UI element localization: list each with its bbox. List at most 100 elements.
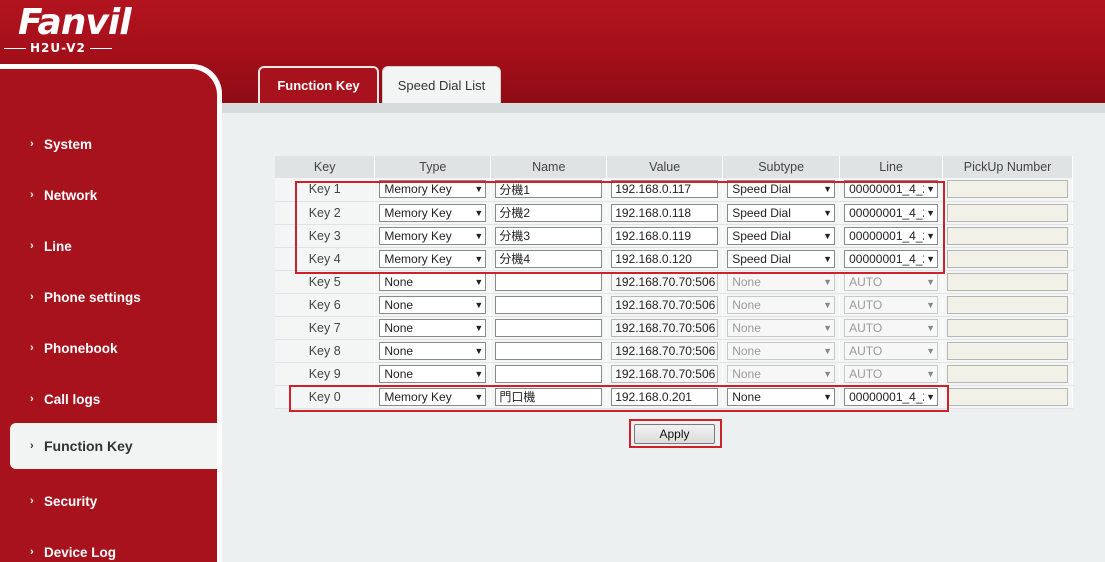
subtype-select[interactable]: None ▼: [727, 364, 836, 383]
line-select[interactable]: 00000001_4_2 ▼: [844, 180, 939, 199]
value-input[interactable]: 192.168.70.70:506: [611, 341, 719, 360]
name-input[interactable]: 門口機: [495, 387, 603, 406]
pickup-number-input[interactable]: [947, 226, 1068, 245]
sidebar: › System › Network › Line › Phone settin…: [0, 64, 222, 562]
type-cell: Memory Key ▼: [374, 178, 492, 202]
pickup-cell: [942, 385, 1073, 409]
sidebar-item-call-logs[interactable]: › Call logs: [0, 376, 217, 422]
subtype-select[interactable]: None ▼: [727, 272, 836, 291]
function-key-table: Key Type Name Value Subtype Line PickUp …: [275, 156, 1073, 409]
name-input[interactable]: 分機3: [495, 226, 603, 245]
value-input[interactable]: 192.168.0.120: [611, 249, 719, 268]
pickup-number-input[interactable]: [947, 341, 1068, 360]
subtype-select[interactable]: Speed Dial ▼: [727, 180, 836, 199]
name-input[interactable]: 分機2: [495, 203, 603, 222]
subtype-select[interactable]: Speed Dial ▼: [727, 203, 836, 222]
name-input[interactable]: 分機4: [495, 249, 603, 268]
type-select[interactable]: None ▼: [379, 272, 487, 291]
value-input[interactable]: 192.168.70.70:506: [611, 272, 719, 291]
table-row: Key 9 None ▼ 192.168.70.70:506 None ▼ AUTO ▼: [275, 362, 1073, 386]
type-select[interactable]: Memory Key ▼: [379, 180, 487, 199]
sidebar-item-label: Network: [44, 187, 98, 203]
pickup-number-input[interactable]: [947, 249, 1068, 268]
line-select[interactable]: 00000001_4_2 ▼: [844, 203, 939, 222]
subtype-select[interactable]: None ▼: [727, 387, 836, 406]
sidebar-item-function-key[interactable]: › Function Key: [10, 423, 217, 469]
subtype-select[interactable]: None ▼: [727, 341, 836, 360]
sidebar-item-system[interactable]: › System: [0, 121, 217, 167]
sidebar-item-device-log[interactable]: › Device Log: [0, 529, 217, 562]
line-cell: 00000001_4_2 ▼: [839, 178, 944, 202]
value-input[interactable]: 192.168.0.119: [611, 226, 719, 245]
tab-speed-dial-list[interactable]: Speed Dial List: [382, 66, 501, 103]
type-cell: None ▼: [374, 339, 492, 363]
name-input[interactable]: [495, 295, 603, 314]
line-select[interactable]: 00000001_4_2 ▼: [844, 387, 939, 406]
type-select[interactable]: Memory Key ▼: [379, 387, 487, 406]
type-select[interactable]: Memory Key ▼: [379, 226, 487, 245]
line-cell: AUTO ▼: [839, 270, 944, 294]
value-input[interactable]: 192.168.70.70:506: [611, 318, 719, 337]
type-select[interactable]: None ▼: [379, 295, 487, 314]
pickup-number-input[interactable]: [947, 364, 1068, 383]
subtype-select[interactable]: None ▼: [727, 318, 836, 337]
pickup-cell: [942, 293, 1073, 317]
value-input[interactable]: 192.168.0.201: [611, 387, 719, 406]
value-input[interactable]: 192.168.70.70:506: [611, 295, 719, 314]
type-cell: None ▼: [374, 293, 492, 317]
type-select[interactable]: Memory Key ▼: [379, 203, 487, 222]
type-select[interactable]: None ▼: [379, 364, 487, 383]
value-input[interactable]: 192.168.70.70:506: [611, 364, 719, 383]
name-input[interactable]: [495, 272, 603, 291]
subtype-select[interactable]: Speed Dial ▼: [727, 249, 836, 268]
name-cell: 分機1: [490, 178, 608, 202]
apply-button[interactable]: Apply: [634, 424, 715, 444]
pickup-number-input[interactable]: [947, 272, 1068, 291]
type-select[interactable]: None ▼: [379, 318, 487, 337]
type-select-value: None: [384, 320, 414, 335]
name-input[interactable]: [495, 341, 603, 360]
sidebar-item-network[interactable]: › Network: [0, 172, 217, 218]
line-cell: AUTO ▼: [839, 362, 944, 386]
column-header-type: Type: [374, 156, 492, 178]
name-input[interactable]: [495, 364, 603, 383]
pickup-number-input[interactable]: [947, 180, 1068, 199]
chevron-down-icon: ▼: [472, 296, 486, 313]
type-cell: Memory Key ▼: [374, 224, 492, 248]
sidebar-item-security[interactable]: › Security: [0, 478, 217, 524]
sidebar-item-label: Device Log: [44, 544, 117, 560]
subtype-select[interactable]: None ▼: [727, 295, 836, 314]
line-select[interactable]: AUTO ▼: [844, 272, 939, 291]
pickup-number-input[interactable]: [947, 387, 1068, 406]
line-select[interactable]: AUTO ▼: [844, 295, 939, 314]
chevron-down-icon: ▼: [472, 181, 486, 198]
pickup-number-input[interactable]: [947, 295, 1068, 314]
type-select[interactable]: Memory Key ▼: [379, 249, 487, 268]
line-select[interactable]: AUTO ▼: [844, 341, 939, 360]
pickup-number-input[interactable]: [947, 203, 1068, 222]
subtype-cell: None ▼: [722, 316, 841, 340]
chevron-down-icon: ▼: [821, 342, 835, 359]
line-select[interactable]: AUTO ▼: [844, 364, 939, 383]
line-select-value: AUTO: [849, 320, 883, 335]
line-select[interactable]: 00000001_4_2 ▼: [844, 249, 939, 268]
sidebar-item-phonebook[interactable]: › Phonebook: [0, 325, 217, 371]
line-select[interactable]: AUTO ▼: [844, 318, 939, 337]
value-input[interactable]: 192.168.0.118: [611, 203, 719, 222]
line-select[interactable]: 00000001_4_2 ▼: [844, 226, 939, 245]
line-select-value: AUTO: [849, 343, 883, 358]
pickup-number-input[interactable]: [947, 318, 1068, 337]
tab-function-key[interactable]: Function Key: [258, 66, 379, 103]
line-select-value: AUTO: [849, 297, 883, 312]
value-input[interactable]: 192.168.0.117: [611, 180, 719, 199]
type-cell: None ▼: [374, 362, 492, 386]
value-cell: 192.168.70.70:506: [606, 362, 724, 386]
type-select[interactable]: None ▼: [379, 341, 487, 360]
sidebar-item-label: Security: [44, 493, 98, 509]
line-select-value: 00000001_4_2: [849, 228, 930, 243]
sidebar-item-line[interactable]: › Line: [0, 223, 217, 269]
sidebar-item-phone-settings[interactable]: › Phone settings: [0, 274, 217, 320]
name-input[interactable]: [495, 318, 603, 337]
subtype-select[interactable]: Speed Dial ▼: [727, 226, 836, 245]
name-input[interactable]: 分機1: [495, 180, 603, 199]
